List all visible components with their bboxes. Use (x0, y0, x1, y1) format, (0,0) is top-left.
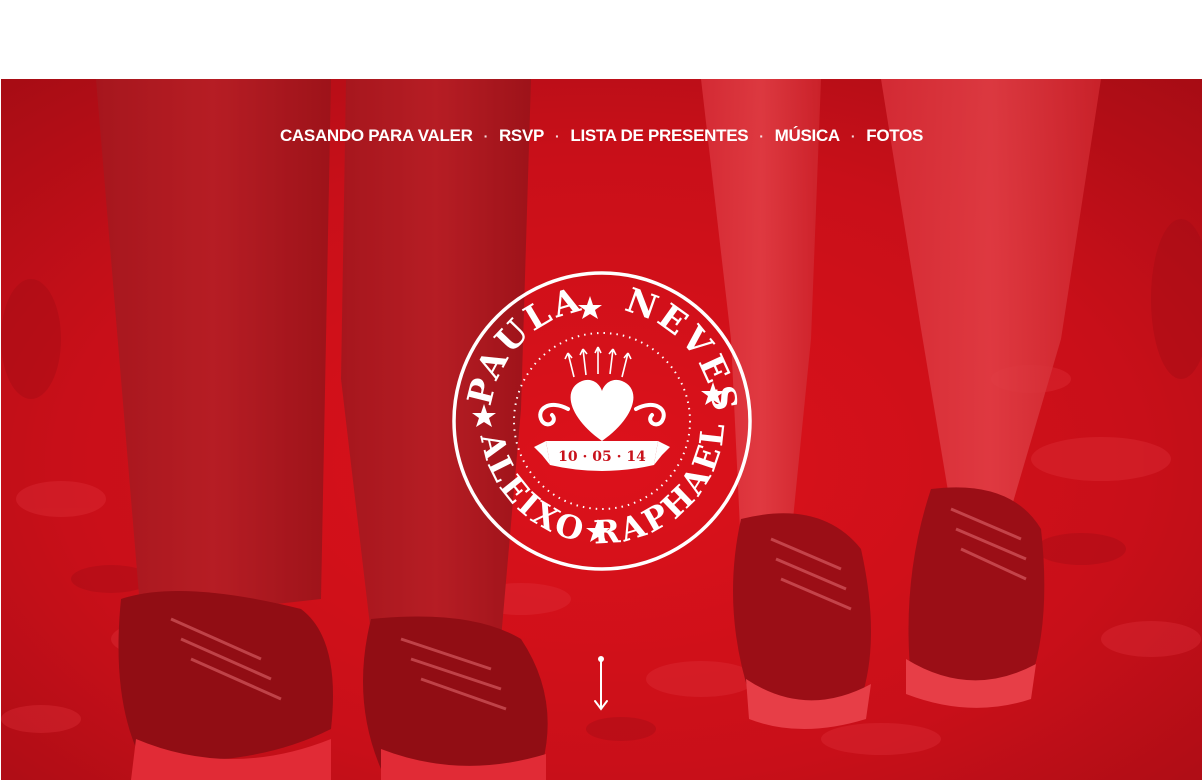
wedding-date: 10 · 05 · 14 (558, 449, 646, 465)
top-white-bar (0, 0, 1202, 79)
hero-section: CASANDO PARA VALER · RSVP · LISTA DE PRE… (1, 79, 1202, 780)
emblem-name-raphael: RAPHAEL (593, 418, 733, 551)
wedding-emblem-logo: PAULA NEVES ALEIXO RAPHAEL 10 · 05 · 14 (452, 271, 752, 571)
emblem-name-neves: NEVES (620, 281, 745, 417)
main-navigation: CASANDO PARA VALER · RSVP · LISTA DE PRE… (1, 126, 1202, 146)
svg-text:PAULA: PAULA (460, 280, 587, 409)
nav-item-rsvp[interactable]: RSVP (499, 126, 544, 146)
arrows-decoration (564, 346, 632, 378)
arrow-down-icon[interactable] (590, 654, 612, 714)
nav-item-casando-para-valer[interactable]: CASANDO PARA VALER (280, 126, 473, 146)
heart-icon (570, 379, 634, 441)
emblem-name-paula: PAULA (460, 280, 587, 409)
nav-separator: · (759, 128, 764, 144)
nav-separator: · (555, 128, 560, 144)
nav-item-fotos[interactable]: FOTOS (866, 126, 923, 146)
svg-text:NEVES: NEVES (620, 281, 745, 417)
nav-separator: · (483, 128, 489, 144)
nav-separator: · (850, 128, 856, 144)
nav-item-musica[interactable]: MÚSICA (775, 126, 841, 146)
svg-text:RAPHAEL: RAPHAEL (593, 418, 733, 551)
nav-item-lista-de-presentes[interactable]: LISTA DE PRESENTES (570, 126, 748, 146)
